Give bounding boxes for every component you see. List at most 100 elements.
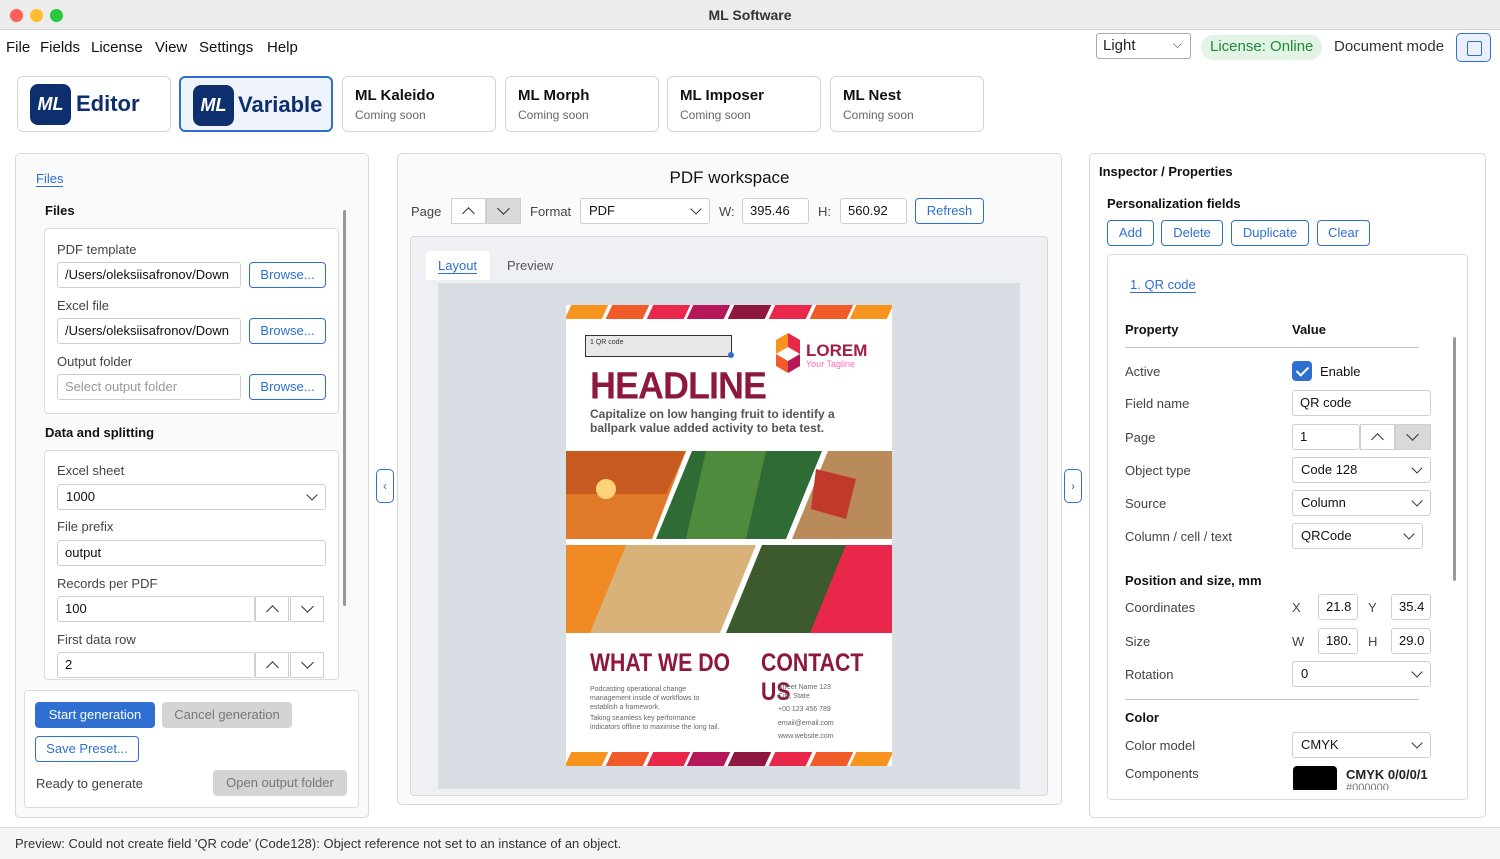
ml-logo-icon: ML	[193, 85, 234, 126]
rotation-label: Rotation	[1125, 667, 1174, 682]
app-tab-editor[interactable]: ML Editor	[17, 76, 171, 132]
delete-field-button[interactable]: Delete	[1161, 220, 1223, 246]
title-bar: ML Software	[0, 0, 1500, 30]
app-tab-imposer[interactable]: ML Imposer Coming soon	[667, 76, 821, 132]
tab-files[interactable]: Files	[36, 171, 64, 187]
page-prop-input[interactable]: 1	[1292, 424, 1360, 450]
duplicate-field-button[interactable]: Duplicate	[1231, 220, 1309, 246]
inspector-title: Inspector / Properties	[1099, 164, 1233, 179]
records-increment-button[interactable]	[255, 596, 289, 622]
y-input[interactable]: 35.4	[1391, 594, 1431, 620]
photo-collage	[566, 451, 892, 633]
app-tab-kaleido[interactable]: ML Kaleido Coming soon	[342, 76, 496, 132]
first-row-increment-button[interactable]	[255, 652, 289, 678]
qr-code-field-box[interactable]: 1 QR code	[585, 335, 732, 357]
browse-output-button[interactable]: Browse...	[249, 374, 326, 400]
inspector-scrollbar[interactable]	[1453, 337, 1456, 581]
page-prop-label: Page	[1125, 430, 1156, 445]
app-morph-status: Coming soon	[518, 108, 589, 122]
ml-logo-icon: ML	[30, 84, 71, 125]
menu-settings[interactable]: Settings	[199, 39, 253, 56]
rotation-select[interactable]: 0	[1292, 661, 1431, 687]
menu-license[interactable]: License	[91, 39, 143, 56]
personalization-fields-title: Personalization fields	[1107, 196, 1241, 211]
width-input[interactable]: 395.46	[742, 198, 809, 224]
theme-value: Light	[1103, 37, 1136, 54]
menu-fields[interactable]: Fields	[40, 39, 80, 56]
coordinates-label: Coordinates	[1125, 600, 1196, 615]
page-prop-decrement-button[interactable]	[1395, 424, 1431, 450]
object-type-select[interactable]: Code 128	[1292, 457, 1431, 483]
height-input[interactable]: 560.92	[840, 198, 907, 224]
contact-email: email@email.com	[778, 720, 834, 727]
x-input[interactable]: 21.8	[1318, 594, 1358, 620]
pdf-page-preview[interactable]: 1 QR code LOREM Your Tagline HEADLINE Ca…	[566, 305, 892, 766]
clear-fields-button[interactable]: Clear	[1317, 220, 1370, 246]
document-mode-label: Document mode	[1334, 38, 1445, 55]
resize-handle[interactable]	[728, 352, 734, 358]
records-decrement-button[interactable]	[290, 596, 324, 622]
poster-subline: Capitalize on low hanging fruit to ident…	[590, 407, 835, 435]
page-up-button[interactable]	[451, 198, 486, 224]
chevron-down-icon: ⌵	[1172, 37, 1182, 51]
start-generation-button[interactable]: Start generation	[35, 702, 155, 728]
output-folder-label: Output folder	[57, 354, 133, 369]
color-model-select[interactable]: CMYK	[1292, 732, 1431, 758]
pdf-template-input[interactable]: /Users/oleksiisafronov/Down	[57, 262, 241, 288]
first-data-row-input[interactable]: 2	[57, 652, 255, 678]
save-preset-button[interactable]: Save Preset...	[35, 736, 139, 762]
format-select[interactable]: PDF	[580, 198, 710, 224]
color-model-value: CMYK	[1301, 737, 1339, 752]
page-prop-increment-button[interactable]	[1360, 424, 1395, 450]
output-folder-input[interactable]: Select output folder	[57, 374, 241, 400]
tab-layout[interactable]: Layout	[438, 258, 478, 274]
divider	[1125, 347, 1419, 348]
menu-help[interactable]: Help	[267, 39, 298, 56]
divider	[1125, 699, 1419, 700]
enable-label: Enable	[1320, 364, 1361, 379]
excel-sheet-select[interactable]: 1000	[57, 484, 326, 510]
height-label: H:	[818, 204, 831, 219]
cancel-generation-button[interactable]: Cancel generation	[162, 702, 292, 728]
browse-excel-button[interactable]: Browse...	[249, 318, 326, 344]
app-tab-nest[interactable]: ML Nest Coming soon	[830, 76, 984, 132]
refresh-button[interactable]: Refresh	[915, 198, 984, 224]
column-select[interactable]: QRCode	[1292, 523, 1423, 549]
chevron-down-icon	[1403, 528, 1415, 540]
add-field-button[interactable]: Add	[1107, 220, 1154, 246]
document-mode-button[interactable]	[1456, 33, 1491, 62]
color-swatch[interactable]	[1293, 766, 1337, 790]
tab-preview[interactable]: Preview	[507, 258, 553, 273]
window-title: ML Software	[708, 7, 792, 23]
theme-select[interactable]: Light ⌵	[1096, 33, 1191, 59]
collapse-right-button[interactable]: ›	[1064, 469, 1082, 503]
file-prefix-input[interactable]: output	[57, 540, 326, 566]
tab-field-qr-code[interactable]: 1. QR code	[1130, 277, 1196, 293]
enable-checkbox[interactable]	[1292, 361, 1312, 381]
menu-view[interactable]: View	[155, 39, 187, 56]
what-we-do-text-2: Taking seamless key performance indicato…	[590, 715, 720, 731]
lorem-brand: LOREM	[806, 341, 868, 360]
field-name-input[interactable]: QR code	[1292, 390, 1431, 416]
excel-file-input[interactable]: /Users/oleksiisafronov/Down	[57, 318, 241, 344]
collapse-left-button[interactable]: ‹	[376, 469, 394, 503]
h-input[interactable]: 29.0	[1391, 628, 1431, 654]
left-scrollbar[interactable]	[343, 210, 346, 606]
first-row-decrement-button[interactable]	[290, 652, 324, 678]
menu-file[interactable]: File	[6, 39, 30, 56]
column-value-header: Value	[1292, 322, 1326, 337]
app-tab-morph[interactable]: ML Morph Coming soon	[505, 76, 659, 132]
app-tab-variable[interactable]: ML Variable	[179, 76, 333, 132]
format-label: Format	[530, 204, 572, 219]
field-name-label: Field name	[1125, 396, 1190, 411]
chevron-down-icon	[1411, 666, 1423, 678]
browse-pdf-button[interactable]: Browse...	[249, 262, 326, 288]
excel-sheet-label: Excel sheet	[57, 463, 125, 478]
column-cell-text-label: Column / cell / text	[1125, 529, 1232, 544]
w-input[interactable]: 180.	[1318, 628, 1358, 654]
contact-web: www.website.com	[778, 733, 834, 740]
source-select[interactable]: Column	[1292, 490, 1431, 516]
records-per-pdf-input[interactable]: 100	[57, 596, 255, 622]
open-output-folder-button[interactable]: Open output folder	[213, 770, 347, 796]
page-down-button[interactable]	[486, 198, 521, 224]
